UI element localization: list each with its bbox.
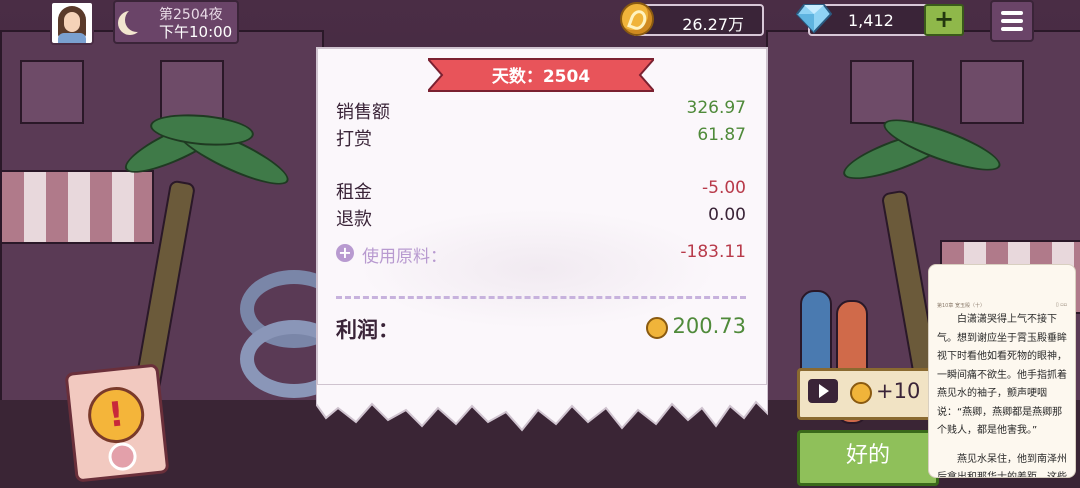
novel-text: 白潇潇哭得上气不接下气。想到谢应坐于霄玉殿垂眸视下时看他如看死物的眼神，一瞬间痛…: [937, 311, 1067, 478]
menu-bar: [1001, 27, 1023, 31]
rent-label: 租金: [336, 182, 372, 203]
notification-card[interactable]: !: [64, 363, 170, 483]
receipt-row-ingredients[interactable]: + 使用原料： -183.11: [336, 242, 746, 268]
menu-bar: [1001, 11, 1023, 15]
reader-controls-icon[interactable]: ▯ ▫▫: [1056, 302, 1067, 308]
coin-icon: [620, 2, 654, 36]
building-window: [960, 60, 1024, 124]
add-gems-button[interactable]: +: [924, 4, 964, 36]
tips-label: 打赏: [336, 129, 372, 150]
coin-amount: 26.27万: [682, 15, 744, 34]
receipt-torn-edge: [316, 384, 768, 432]
profit-label: 利润：: [336, 318, 399, 342]
sales-value: 326.97: [686, 98, 746, 118]
ingredients-label: 使用原料：: [362, 247, 447, 267]
notification-dot-icon: [107, 441, 138, 472]
player-avatar[interactable]: [50, 1, 94, 45]
building-window: [20, 60, 84, 124]
receipt-row-sales: 销售额 326.97: [336, 98, 746, 124]
refund-value: 0.00: [708, 205, 746, 225]
novel-paragraph: 燕见水呆住，他到南泽州后拿出和那华士的差距，这些: [937, 453, 1067, 478]
day-time-panel: 第2504夜 下午10:00: [113, 0, 239, 44]
profit-value: 200.73: [672, 314, 746, 338]
ad-reward-amount: +10: [876, 379, 921, 403]
diamond-icon: [796, 4, 832, 34]
receipt-day-title: 天数：2504: [491, 67, 591, 87]
novel-reader-popup[interactable]: 第10章 宽玉殿（十） ▯ ▫▫ 白潇潇哭得上气不接下气。想到谢应坐于霄玉殿垂眸…: [928, 264, 1076, 478]
ingredients-value: -183.11: [680, 242, 746, 262]
game-time: 下午10:00: [159, 23, 233, 41]
expand-plus-icon[interactable]: +: [336, 244, 354, 262]
hamburger-menu-button[interactable]: [990, 0, 1034, 42]
receipt-row-rent: 租金 -5.00: [336, 178, 746, 204]
coin-icon: [646, 317, 668, 339]
watch-ad-reward-button[interactable]: +10: [797, 368, 939, 420]
moon-icon: [125, 8, 149, 32]
building-window: [850, 60, 914, 124]
ok-button[interactable]: 好的: [797, 430, 939, 486]
receipt-row-tips: 打赏 61.87: [336, 125, 746, 151]
sales-label: 销售额: [336, 102, 390, 123]
refund-label: 退款: [336, 209, 372, 230]
video-play-icon: [808, 379, 838, 403]
avatar-face: [64, 12, 80, 32]
rent-value: -5.00: [702, 178, 746, 198]
tips-value: 61.87: [697, 125, 746, 145]
receipt-row-refund: 退款 0.00: [336, 205, 746, 231]
receipt-divider: [336, 296, 746, 299]
menu-bar: [1001, 19, 1023, 23]
coin-icon: [850, 382, 872, 404]
chapter-title: 第10章 宽玉殿（十）: [937, 303, 985, 309]
exclamation-icon: !: [85, 384, 147, 446]
novel-paragraph: 白潇潇哭得上气不接下气。想到谢应坐于霄玉殿垂眸视下时看他如看死物的眼神，一瞬间痛…: [937, 314, 1067, 436]
striped-awning: [0, 170, 154, 244]
avatar-shirt: [58, 33, 86, 43]
gem-amount: 1,412: [848, 11, 894, 30]
